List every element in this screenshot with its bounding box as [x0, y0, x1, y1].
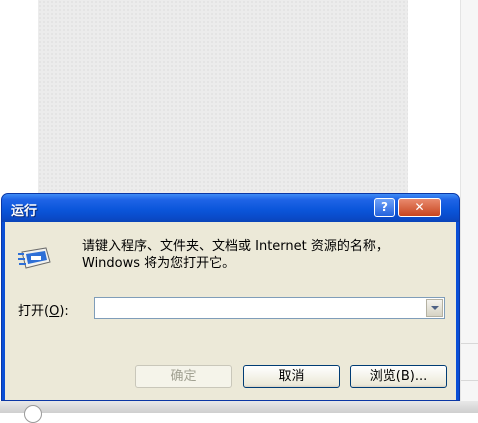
cancel-button[interactable]: 取消: [243, 365, 340, 388]
background-window-edge: [460, 0, 478, 413]
close-icon: ✕: [414, 200, 425, 214]
taskbar: [0, 401, 478, 413]
open-label-suffix: ):: [59, 304, 69, 319]
help-icon: ?: [381, 200, 388, 214]
help-button[interactable]: ?: [374, 198, 395, 217]
ok-button[interactable]: 确定: [135, 365, 232, 388]
dialog-body: 请键入程序、文件夹、文档或 Internet 资源的名称，Windows 将为您…: [5, 222, 456, 400]
title-bar[interactable]: 运行 ? ✕: [2, 194, 459, 222]
dialog-title: 运行: [11, 204, 38, 219]
browse-button[interactable]: 浏览(B)...: [350, 365, 447, 388]
run-dialog: 运行 ? ✕ 请键入程序、文件夹、文档或 Internet 资源的名称，Wind…: [1, 193, 460, 401]
open-label-prefix: 打开(: [18, 304, 50, 319]
run-prompt-text: 请键入程序、文件夹、文档或 Internet 资源的名称，Windows 将为您…: [82, 239, 389, 271]
open-label: 打开(O):: [18, 300, 69, 319]
open-label-accesskey: O: [49, 304, 60, 319]
close-button[interactable]: ✕: [398, 198, 441, 217]
run-icon: [18, 247, 51, 269]
open-combobox[interactable]: [94, 297, 445, 319]
chevron-down-icon[interactable]: [426, 299, 443, 317]
taskbar-icon[interactable]: [24, 405, 42, 423]
desktop-background: [38, 0, 408, 200]
